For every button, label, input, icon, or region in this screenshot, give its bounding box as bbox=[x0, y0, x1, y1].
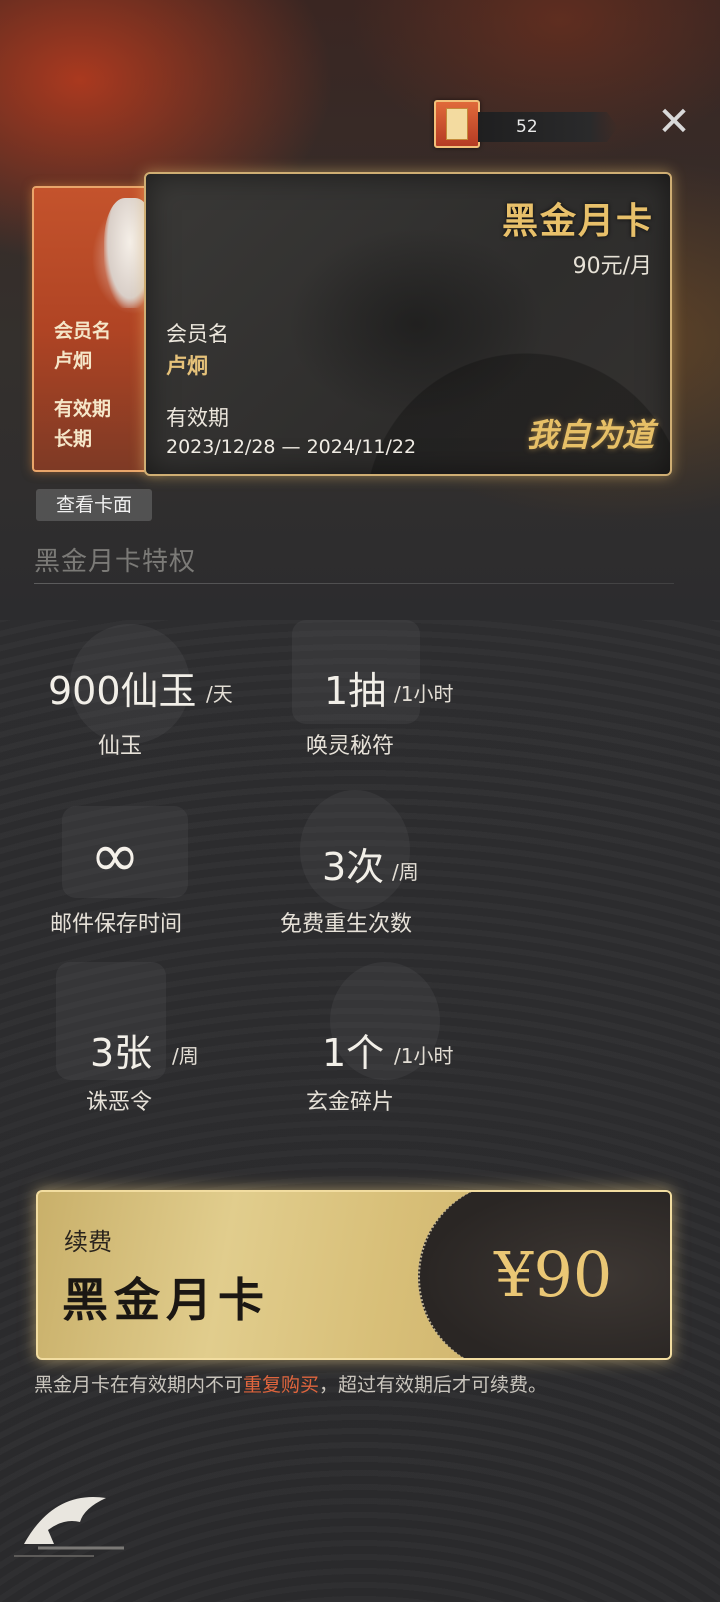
perk-item: 3张 /周 诛恶令 bbox=[40, 960, 300, 1115]
section-divider bbox=[34, 583, 674, 584]
perk-unit: /1小时 bbox=[394, 682, 454, 706]
renew-price: ¥90 bbox=[494, 1238, 613, 1311]
purchase-notice: 黑金月卡在有效期内不可重复购买，超过有效期后才可续费。 bbox=[34, 1370, 547, 1397]
section-title: 黑金月卡特权 bbox=[34, 547, 197, 577]
perk-name: 玄金碎片 bbox=[306, 1090, 395, 1115]
validity-label: 有效期 bbox=[166, 406, 229, 430]
renew-button[interactable]: 续费 黑金月卡 ¥90 bbox=[36, 1190, 672, 1360]
close-icon: ✕ bbox=[657, 99, 691, 145]
back-member-value: 卢炯 bbox=[54, 350, 93, 372]
member-value: 卢炯 bbox=[166, 354, 208, 378]
member-label: 会员名 bbox=[166, 322, 229, 346]
perk-item: 3次 /周 免费重生次数 bbox=[280, 790, 540, 940]
perk-unit: /周 bbox=[392, 860, 419, 884]
membership-card: 黑金月卡 90元/月 会员名 卢炯 有效期 2023/12/28 — 2024/… bbox=[144, 172, 672, 476]
validity-dates: 2023/12/28 — 2024/11/22 bbox=[166, 436, 417, 458]
card-price: 90元/月 bbox=[572, 254, 652, 279]
currency-display: 52 bbox=[434, 100, 618, 148]
perk-amount: 3张 bbox=[90, 1031, 153, 1075]
card-slogan: 我自为道 bbox=[525, 416, 654, 454]
view-card-button[interactable]: 查看卡面 bbox=[36, 489, 152, 521]
scroll-ticket-icon bbox=[434, 100, 480, 148]
infinity-icon: ∞ bbox=[90, 821, 140, 891]
perk-name: 诛恶令 bbox=[86, 1090, 153, 1115]
card-title: 黑金月卡 bbox=[501, 200, 654, 242]
perk-item: 1抽 /1小时 唤灵秘符 bbox=[290, 618, 550, 768]
renew-card-name: 黑金月卡 bbox=[62, 1273, 270, 1327]
perk-amount: 900仙玉 bbox=[48, 669, 197, 713]
perk-name: 唤灵秘符 bbox=[306, 734, 395, 759]
notice-text: 黑金月卡在有效期内不可 bbox=[34, 1374, 244, 1396]
back-member-label: 会员名 bbox=[54, 320, 112, 342]
back-validity-label: 有效期 bbox=[54, 398, 112, 420]
back-arrow-icon bbox=[14, 1496, 124, 1557]
notice-text-end: ，超过有效期后才可续费。 bbox=[319, 1374, 548, 1396]
perk-name: 免费重生次数 bbox=[280, 912, 413, 937]
perk-item: 1个 /1小时 玄金碎片 bbox=[290, 960, 550, 1115]
perk-amount: 1个 bbox=[322, 1031, 385, 1075]
perk-amount: 1抽 bbox=[324, 669, 387, 713]
close-button[interactable]: ✕ bbox=[654, 102, 694, 142]
renew-label: 续费 bbox=[64, 1228, 112, 1256]
perk-unit: /1小时 bbox=[394, 1044, 454, 1068]
perk-amount: 3次 bbox=[322, 845, 385, 889]
back-button[interactable] bbox=[14, 1470, 134, 1570]
perk-name: 仙玉 bbox=[98, 734, 143, 759]
back-validity-value: 长期 bbox=[54, 428, 93, 450]
notice-highlight: 重复购买 bbox=[243, 1374, 320, 1396]
perk-item: ∞ 邮件保存时间 bbox=[40, 790, 300, 940]
perk-item: 900仙玉 /天 仙玉 bbox=[40, 618, 300, 768]
perk-unit: /周 bbox=[172, 1044, 199, 1068]
perk-unit: /天 bbox=[206, 682, 233, 706]
currency-amount: 52 bbox=[478, 112, 618, 142]
perk-name: 邮件保存时间 bbox=[50, 912, 183, 937]
